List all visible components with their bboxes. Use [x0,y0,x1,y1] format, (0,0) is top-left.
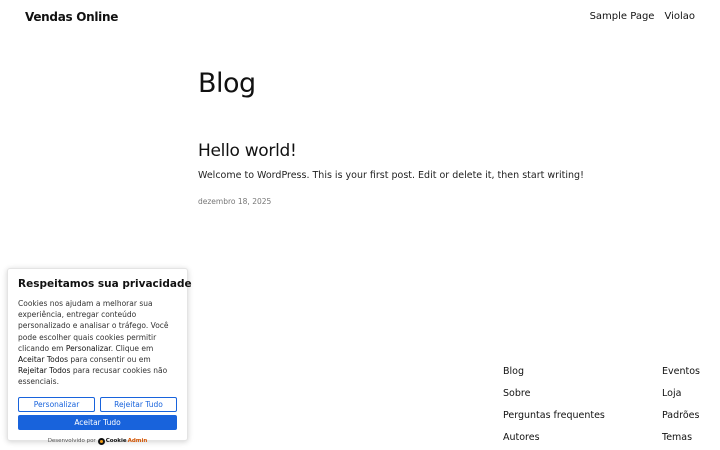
post-excerpt: Welcome to WordPress. This is your first… [198,170,584,181]
cookieadmin-logo[interactable]: Cookie Admin [97,437,148,445]
cookie-button-row: Personalizar Rejeitar Tudo [18,396,177,412]
cookie-banner-title: Respeitamos sua privacidade [18,278,192,290]
nav-link-sample-page[interactable]: Sample Page [590,11,655,22]
brand-name-part-2: Admin [127,438,148,445]
nav-link-violao[interactable]: Violao [664,11,695,22]
cookie-text-3: para consentir ou em [67,355,151,365]
post-date: dezembro 18, 2025 [198,197,272,206]
site-title[interactable]: Vendas Online [25,10,118,24]
powered-by-label: Desenvolvido por [47,438,96,445]
primary-nav: Sample Page Violao [590,11,695,22]
brand-name-part-1: Cookie [105,438,127,445]
footer-link-loja[interactable]: Loja [662,388,700,400]
reject-all-button[interactable]: Rejeitar Tudo [100,396,177,412]
cookie-text-emph-customize: Personalizar [65,343,111,353]
footer-link-blog[interactable]: Blog [503,366,605,378]
cookie-text-2: . Clique em [110,343,154,353]
footer-link-temas[interactable]: Temas [662,432,700,444]
page-title: Blog [198,68,256,99]
cookie-consent-banner: Respeitamos sua privacidade Cookies nos … [7,268,192,445]
cookie-text-emph-accept: Aceitar Todos [18,355,68,365]
cookie-banner-description: Cookies nos ajudam a melhorar sua experi… [18,298,177,388]
footer-link-eventos[interactable]: Eventos [662,366,700,378]
powered-by: Desenvolvido por Cookie Admin [18,437,177,445]
footer-links-column-1: Blog Sobre Perguntas frequentes Autores [503,366,605,444]
footer-links-column-2: Eventos Loja Padrões Temas [662,366,700,444]
post-title-link[interactable]: Hello world! [198,141,297,161]
footer-link-autores[interactable]: Autores [503,432,605,444]
footer-link-faq[interactable]: Perguntas frequentes [503,410,605,422]
cookie-text-emph-reject: Rejeitar Todos [18,366,71,376]
customize-button[interactable]: Personalizar [18,396,95,412]
footer-link-sobre[interactable]: Sobre [503,388,605,400]
accept-all-button[interactable]: Aceitar Tudo [18,414,177,430]
footer-link-padroes[interactable]: Padrões [662,410,700,422]
cookie-icon [97,437,105,445]
